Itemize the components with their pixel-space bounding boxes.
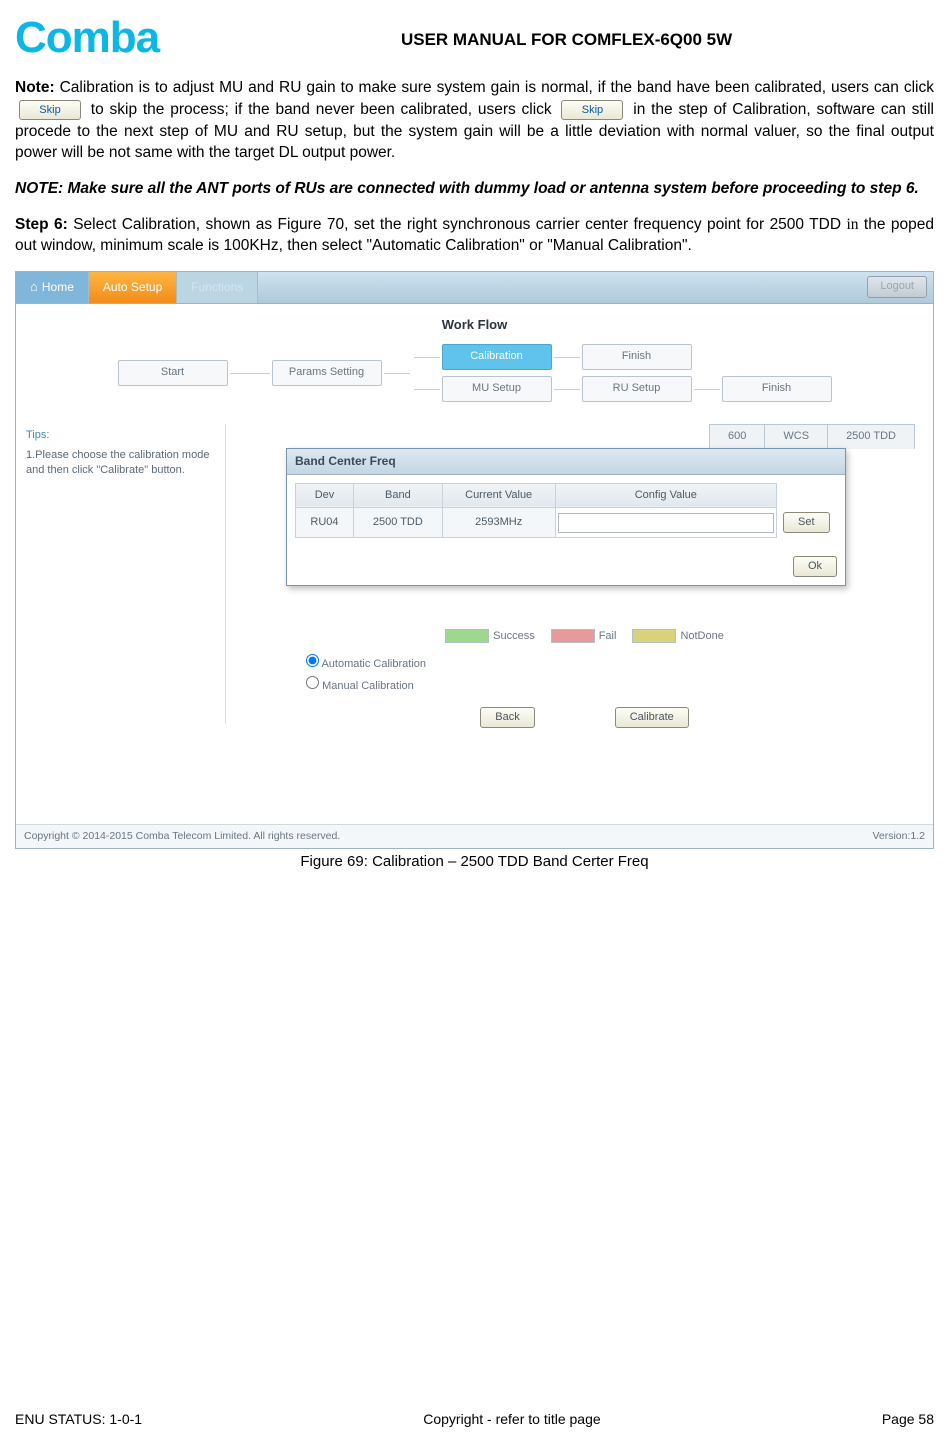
note-italic: NOTE: Make sure all the ANT ports of RUs… xyxy=(15,178,934,200)
wf-line xyxy=(554,389,580,390)
ok-button[interactable]: Ok xyxy=(793,556,837,577)
col-dev: Dev xyxy=(296,483,354,507)
skip-button-inline-2[interactable]: Skip xyxy=(561,100,623,120)
legend-notdone-swatch xyxy=(632,629,676,643)
wf-finish-top[interactable]: Finish xyxy=(582,344,692,370)
calibrate-button[interactable]: Calibrate xyxy=(615,707,689,728)
cell-dev: RU04 xyxy=(296,508,354,537)
tab-2500tdd[interactable]: 2500 TDD xyxy=(827,424,915,448)
wf-mu-setup[interactable]: MU Setup xyxy=(442,376,552,402)
wf-start[interactable]: Start xyxy=(118,360,228,386)
note-paragraph: Note: Calibration is to adjust MU and RU… xyxy=(15,77,934,164)
wf-line xyxy=(414,389,440,390)
config-value-input[interactable] xyxy=(558,513,774,533)
note-part2: to skip the process; if the band never b… xyxy=(85,101,557,118)
workflow: Start Params Setting Calibration Finish … xyxy=(26,344,923,402)
legend-fail: Fail xyxy=(599,630,617,642)
workflow-title: Work Flow xyxy=(26,316,923,334)
app-screenshot: Home Auto Setup Functions Logout Work Fl… xyxy=(15,271,934,849)
wf-line xyxy=(414,357,440,358)
tips-panel: Tips: 1.Please choose the calibration mo… xyxy=(26,424,226,724)
footer-center: Copyright - refer to title page xyxy=(423,1410,600,1430)
band-center-freq-dialog: Band Center Freq Dev Band Current Value … xyxy=(286,448,846,586)
wf-finish-bottom[interactable]: Finish xyxy=(722,376,832,402)
legend-success: Success xyxy=(493,630,535,642)
legend-success-swatch xyxy=(445,629,489,643)
figure-caption: Figure 69: Calibration – 2500 TDD Band C… xyxy=(15,851,934,872)
freq-table: Dev Band Current Value Config Value RU04… xyxy=(295,483,837,538)
legend: Success Fail NotDone xyxy=(246,629,923,644)
nav-home[interactable]: Home xyxy=(16,272,89,303)
tab-wcs[interactable]: WCS xyxy=(764,424,828,448)
nav-spacer xyxy=(258,272,867,303)
cell-current: 2593MHz xyxy=(442,508,555,537)
nav-auto-setup[interactable]: Auto Setup xyxy=(89,272,177,303)
radio-auto[interactable] xyxy=(306,654,319,667)
wf-params[interactable]: Params Setting xyxy=(272,360,382,386)
bottom-buttons: Back Calibrate xyxy=(246,707,923,728)
dialog-title: Band Center Freq xyxy=(287,449,845,475)
radio-manual-text: Manual Calibration xyxy=(322,680,414,692)
table-row: RU04 2500 TDD 2593MHz Set xyxy=(296,508,837,537)
radio-manual-label[interactable]: Manual Calibration xyxy=(306,676,923,694)
cell-band: 2500 TDD xyxy=(353,508,442,537)
step6-paragraph: Step 6: Select Calibration, shown as Fig… xyxy=(15,214,934,257)
right-body: 600 WCS 2500 TDD Band Center Freq Dev Ba… xyxy=(246,424,923,738)
wf-line xyxy=(694,389,720,390)
app-footer: Copyright © 2014-2015 Comba Telecom Limi… xyxy=(16,824,933,848)
col-current: Current Value xyxy=(442,483,555,507)
step6-body-a: Select Calibration, shown as Figure 70, … xyxy=(68,216,847,233)
tab-600[interactable]: 600 xyxy=(709,424,765,448)
radio-manual[interactable] xyxy=(306,676,319,689)
wf-line xyxy=(554,357,580,358)
calibration-mode-radios: Automatic Calibration Manual Calibration xyxy=(306,654,923,695)
note-part1: Calibration is to adjust MU and RU gain … xyxy=(55,79,934,96)
footer-right: Page 58 xyxy=(882,1410,934,1430)
manual-title: USER MANUAL FOR COMFLEX-6Q00 5W xyxy=(199,24,934,52)
skip-button-inline-1[interactable]: Skip xyxy=(19,100,81,120)
wf-line xyxy=(230,373,270,374)
wf-calibration[interactable]: Calibration xyxy=(442,344,552,370)
tips-title: Tips: xyxy=(26,428,215,443)
note-prefix: Note: xyxy=(15,79,55,96)
step6-in: in xyxy=(846,216,858,233)
content-area: Work Flow Start Params Setting Calibrati… xyxy=(16,304,933,824)
version-text: Version:1.2 xyxy=(872,829,925,844)
back-button[interactable]: Back xyxy=(480,707,534,728)
logout-button[interactable]: Logout xyxy=(867,276,927,298)
footer-left: ENU STATUS: 1-0-1 xyxy=(15,1410,142,1430)
wf-line xyxy=(384,373,410,374)
tips-body: 1.Please choose the calibration mode and… xyxy=(26,448,215,479)
step6-prefix: Step 6: xyxy=(15,216,68,233)
radio-auto-label[interactable]: Automatic Calibration xyxy=(306,654,923,672)
logo: Comba xyxy=(15,20,159,55)
nav-functions[interactable]: Functions xyxy=(177,272,258,303)
copyright-text: Copyright © 2014-2015 Comba Telecom Limi… xyxy=(24,829,340,844)
legend-fail-swatch xyxy=(551,629,595,643)
col-band: Band xyxy=(353,483,442,507)
wf-ru-setup[interactable]: RU Setup xyxy=(582,376,692,402)
page-header: Comba USER MANUAL FOR COMFLEX-6Q00 5W xyxy=(15,20,934,55)
navbar: Home Auto Setup Functions Logout xyxy=(16,272,933,304)
band-tabs: 600 WCS 2500 TDD xyxy=(246,424,915,448)
set-button[interactable]: Set xyxy=(783,512,830,533)
legend-notdone: NotDone xyxy=(680,630,723,642)
page-footer: ENU STATUS: 1-0-1 Copyright - refer to t… xyxy=(0,1410,949,1430)
radio-auto-text: Automatic Calibration xyxy=(321,658,426,670)
col-config: Config Value xyxy=(555,483,776,507)
